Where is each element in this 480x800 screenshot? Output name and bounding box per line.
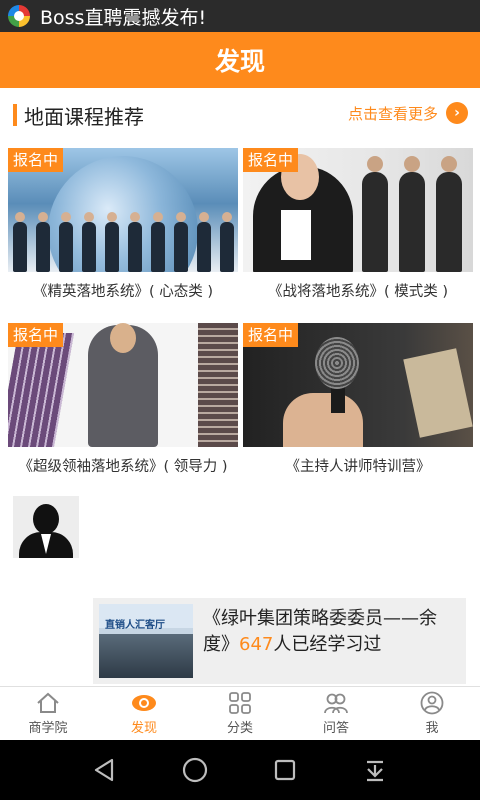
- tab-label: 商学院: [28, 721, 68, 736]
- course-thumbnail: 报名中: [8, 323, 238, 447]
- businessmen-image: [357, 156, 467, 272]
- learning-toast[interactable]: 直销人汇客厅 《绿叶集团策略委委员——余度》647人已经学习过: [93, 598, 466, 684]
- view-more-link[interactable]: 点击查看更多 ›: [348, 102, 468, 124]
- course-thumbnail: 报名中: [243, 323, 473, 447]
- home-icon: [37, 692, 59, 713]
- bottom-tab-bar: 商学院 发现 分类 问答 我: [0, 686, 480, 740]
- course-title: 《精英落地系统》( 心态类 ): [32, 284, 214, 300]
- tab-discover[interactable]: 发现: [96, 687, 192, 740]
- recents-icon: [274, 759, 296, 781]
- status-bar: Boss直聘震撼发布!: [0, 0, 480, 32]
- course-thumbnail: 报名中: [8, 148, 238, 272]
- nav-home-button[interactable]: [175, 750, 215, 790]
- toast-thumbnail: 直销人汇客厅: [99, 604, 193, 678]
- tab-label: 问答: [322, 721, 349, 736]
- users-icon: [324, 693, 348, 714]
- toast-message: 《绿叶集团策略委委员——余度》647人已经学习过: [203, 606, 453, 658]
- eye-icon: [132, 695, 156, 711]
- status-notification-text: Boss直聘震撼发布!: [40, 6, 207, 29]
- course-thumbnail: 报名中: [243, 148, 473, 272]
- user-avatar[interactable]: [13, 496, 79, 558]
- enrolling-badge: 报名中: [8, 148, 64, 172]
- toast-learner-count: 647: [239, 634, 274, 655]
- course-card[interactable]: 报名中 《超级领袖落地系统》( 领导力 ): [8, 323, 238, 476]
- course-card[interactable]: 报名中 《主持人讲师特训营》: [243, 323, 473, 476]
- course-card[interactable]: 报名中 《战将落地系统》( 模式类 ): [243, 148, 473, 301]
- course-title: 《主持人讲师特训营》: [285, 459, 431, 475]
- toast-thumbnail-title: 直销人汇客厅: [105, 620, 165, 631]
- toast-suffix: 人已经学习过: [273, 634, 382, 655]
- enrolling-badge: 报名中: [243, 323, 299, 347]
- tab-business-school[interactable]: 商学院: [0, 687, 96, 740]
- section-accent-bar: [13, 104, 17, 126]
- nav-back-button[interactable]: [85, 750, 125, 790]
- back-icon: [94, 758, 114, 782]
- business-team-image: [8, 212, 238, 272]
- tab-label: 发现: [130, 721, 157, 736]
- tab-categories[interactable]: 分类: [192, 687, 288, 740]
- nav-notifications-button[interactable]: [355, 750, 395, 790]
- app-bar: 发现: [0, 32, 480, 88]
- course-title: 《战将落地系统》( 模式类 ): [267, 284, 449, 300]
- section-header: 地面课程推荐 点击查看更多 ›: [0, 96, 480, 134]
- system-nav-bar: [0, 740, 480, 800]
- home-circle-icon: [182, 757, 208, 783]
- tab-qa[interactable]: 问答: [288, 687, 384, 740]
- section-title: 地面课程推荐: [24, 105, 144, 129]
- chevron-right-circle-icon: ›: [446, 102, 468, 124]
- view-more-label: 点击查看更多: [347, 104, 438, 123]
- enrolling-badge: 报名中: [243, 148, 299, 172]
- enrolling-badge: 报名中: [8, 323, 64, 347]
- building-image: [8, 333, 75, 447]
- grid-icon: [229, 692, 251, 714]
- notifications-pull-icon: [367, 760, 383, 782]
- tab-me[interactable]: 我: [384, 687, 480, 740]
- course-card[interactable]: 报名中 《精英落地系统》( 心态类 ): [8, 148, 238, 301]
- tab-label: 分类: [226, 721, 253, 736]
- tab-label: 我: [425, 721, 439, 736]
- course-title: 《超级领袖落地系统》( 领导力 ): [18, 459, 228, 475]
- app-notification-icon: [8, 5, 30, 27]
- microphone-image: [315, 337, 359, 389]
- nav-recents-button[interactable]: [265, 750, 305, 790]
- page-title: 发现: [214, 47, 265, 76]
- profile-icon: [420, 691, 444, 715]
